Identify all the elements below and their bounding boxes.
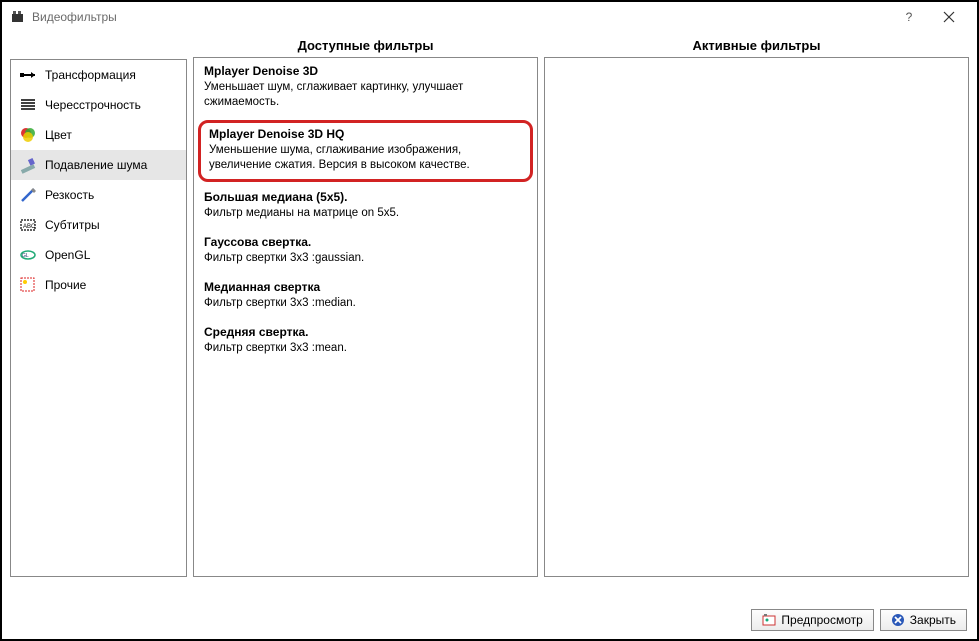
- sidebar-item-label: Цвет: [45, 128, 72, 142]
- subtitles-icon: ABC: [19, 216, 37, 234]
- sidebar-item-label: Трансформация: [45, 68, 136, 82]
- filter-item-highlighted[interactable]: Mplayer Denoise 3D HQ Уменьшение шума, с…: [198, 120, 533, 182]
- sidebar-item-opengl[interactable]: GL OpenGL: [11, 240, 186, 270]
- help-button[interactable]: ?: [889, 2, 929, 32]
- bottom-button-bar: Предпросмотр Закрыть: [751, 609, 967, 631]
- filter-desc: Фильтр свертки 3x3 :median.: [204, 296, 527, 311]
- filter-desc: Уменьшает шум, сглаживает картинку, улуч…: [204, 80, 527, 110]
- sidebar-item-denoise[interactable]: Подавление шума: [11, 150, 186, 180]
- app-icon: [10, 9, 26, 25]
- sidebar-item-label: Субтитры: [45, 218, 100, 232]
- sidebar-item-label: Чересстрочность: [45, 98, 141, 112]
- sidebar-item-interlace[interactable]: Чересстрочность: [11, 90, 186, 120]
- close-button[interactable]: Закрыть: [880, 609, 967, 631]
- transform-icon: [19, 66, 37, 84]
- sidebar-item-subtitles[interactable]: ABC Субтитры: [11, 210, 186, 240]
- preview-button-label: Предпросмотр: [781, 613, 862, 627]
- filter-desc: Фильтр свертки 3x3 :gaussian.: [204, 251, 527, 266]
- sidebar-item-other[interactable]: Прочие: [11, 270, 186, 300]
- other-icon: [19, 276, 37, 294]
- close-button-label: Закрыть: [910, 613, 956, 627]
- denoise-icon: [19, 156, 37, 174]
- available-filters-list: Mplayer Denoise 3D Уменьшает шум, сглажи…: [193, 57, 538, 577]
- sidebar-item-color[interactable]: Цвет: [11, 120, 186, 150]
- interlace-icon: [19, 96, 37, 114]
- titlebar: Видеофильтры ?: [2, 2, 977, 32]
- sidebar-item-label: Прочие: [45, 278, 86, 292]
- filter-title: Большая медиана (5x5).: [204, 190, 527, 204]
- window-title: Видеофильтры: [32, 10, 117, 24]
- filter-item[interactable]: Средняя свертка. Фильтр свертки 3x3 :mea…: [194, 319, 537, 364]
- sidebar-item-label: Подавление шума: [45, 158, 147, 172]
- opengl-icon: GL: [19, 246, 37, 264]
- filter-title: Средняя свертка.: [204, 325, 527, 339]
- category-list: Трансформация Чересстрочность Цвет Подав…: [10, 59, 187, 577]
- filter-desc: Фильтр медианы на матрице on 5x5.: [204, 206, 527, 221]
- close-window-button[interactable]: [929, 2, 969, 32]
- filter-item[interactable]: Большая медиана (5x5). Фильтр медианы на…: [194, 184, 537, 229]
- sharpness-icon: [19, 186, 37, 204]
- filter-title: Гауссова свертка.: [204, 235, 527, 249]
- preview-button[interactable]: Предпросмотр: [751, 609, 873, 631]
- filter-title: Mplayer Denoise 3D HQ: [209, 127, 522, 141]
- sidebar-item-label: OpenGL: [45, 248, 90, 262]
- active-filters-list: [544, 57, 969, 577]
- category-sidebar: Трансформация Чересстрочность Цвет Подав…: [10, 32, 187, 577]
- svg-text:GL: GL: [22, 253, 29, 259]
- active-filters-header: Активные фильтры: [544, 32, 969, 57]
- filter-title: Медианная свертка: [204, 280, 527, 294]
- filter-item[interactable]: Гауссова свертка. Фильтр свертки 3x3 :ga…: [194, 229, 537, 274]
- filter-desc: Фильтр свертки 3x3 :mean.: [204, 341, 527, 356]
- sidebar-item-sharpness[interactable]: Резкость: [11, 180, 186, 210]
- close-icon: [891, 613, 905, 627]
- color-icon: [19, 126, 37, 144]
- active-filters-column: Активные фильтры: [544, 32, 969, 577]
- sidebar-item-transform[interactable]: Трансформация: [11, 60, 186, 90]
- preview-icon: [762, 613, 776, 627]
- filter-desc: Уменьшение шума, сглаживание изображения…: [209, 143, 522, 173]
- svg-text:ABC: ABC: [23, 224, 36, 230]
- sidebar-item-label: Резкость: [45, 188, 94, 202]
- available-filters-column: Доступные фильтры Mplayer Denoise 3D Уме…: [193, 32, 538, 577]
- filter-item[interactable]: Медианная свертка Фильтр свертки 3x3 :me…: [194, 274, 537, 319]
- available-filters-header: Доступные фильтры: [193, 32, 538, 57]
- filter-item[interactable]: Mplayer Denoise 3D Уменьшает шум, сглажи…: [194, 58, 537, 118]
- filter-title: Mplayer Denoise 3D: [204, 64, 527, 78]
